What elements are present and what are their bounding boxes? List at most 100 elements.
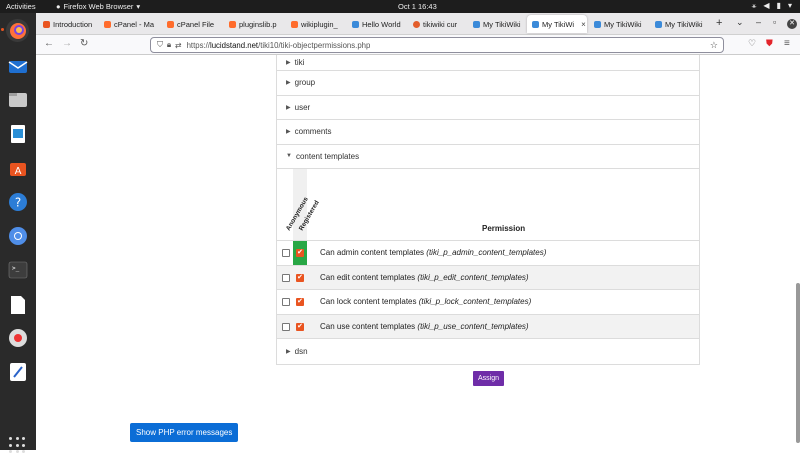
text-editor-icon[interactable] xyxy=(6,360,29,383)
libreoffice-writer-icon[interactable] xyxy=(6,122,29,145)
favicon-icon xyxy=(413,20,420,28)
tab-0[interactable]: Introduction xyxy=(38,15,98,33)
show-php-errors-button[interactable]: Show PHP error messages xyxy=(130,423,239,442)
chromium-icon[interactable] xyxy=(6,224,29,247)
permission-label: Can lock content templates (tiki_p_lock_… xyxy=(320,297,532,306)
registered-checkbox-checked[interactable]: ✔ xyxy=(296,249,304,257)
content-templates-panel: Anonymous Registered Permission ✔ Can ad… xyxy=(277,169,699,339)
help-icon[interactable]: ? xyxy=(6,190,29,213)
tab-4[interactable]: wikiplugin_ xyxy=(286,15,346,33)
page-scrollbar[interactable] xyxy=(796,283,800,443)
maximize-icon[interactable]: ▫ xyxy=(773,17,776,27)
page-content: ▶ tiki ▶ group ▶ user ▶ comments ▼ content te… xyxy=(36,55,800,450)
registered-checkbox-checked[interactable]: ✔ xyxy=(296,298,304,306)
registered-cell: ✔ xyxy=(293,315,307,339)
close-window-icon[interactable]: ✕ xyxy=(787,19,797,29)
system-tray[interactable]: ⚹ ◀ ▮ ▾ xyxy=(752,1,792,11)
network-icon: ⚹ xyxy=(751,1,757,10)
dock: A ? >_ xyxy=(0,13,36,454)
firefox-icon[interactable] xyxy=(6,19,29,42)
tab-list-icon[interactable]: ⌄ xyxy=(736,17,744,28)
favicon-icon xyxy=(473,20,480,28)
tab-8-active[interactable]: My TikiWi × xyxy=(527,15,587,33)
clock[interactable]: Oct 1 16:43 xyxy=(398,2,437,11)
triangle-right-icon: ▶ xyxy=(286,80,291,87)
tab-6[interactable]: tikiwiki cur xyxy=(408,15,466,33)
permission-label: Can admin content templates (tiki_p_admi… xyxy=(320,248,547,257)
close-tab-icon[interactable]: × xyxy=(581,20,586,29)
group-row-group[interactable]: ▶ group xyxy=(277,71,699,96)
triangle-right-icon: ▶ xyxy=(286,129,291,136)
app-menu[interactable]: ● Firefox Web Browser ▾ xyxy=(56,2,140,11)
activities-button[interactable]: Activities xyxy=(6,2,36,11)
permission-label: Can use content templates (tiki_p_use_co… xyxy=(320,321,529,331)
files-icon[interactable] xyxy=(6,88,29,111)
favicon-icon xyxy=(352,20,359,28)
tab-3[interactable]: pluginslib.p xyxy=(224,15,284,33)
group-row-comments[interactable]: ▶ comments xyxy=(277,120,699,145)
running-indicator xyxy=(1,28,4,31)
ublock-shield-icon[interactable]: ⛊ xyxy=(766,38,773,49)
svg-text:>_: >_ xyxy=(12,265,20,272)
permission-label: Can edit content templates (tiki_p_edit_… xyxy=(320,272,529,282)
new-tab-button[interactable]: + xyxy=(716,17,722,29)
favicon-icon xyxy=(655,20,662,28)
triangle-right-icon: ▶ xyxy=(286,60,291,66)
bookmark-star-icon[interactable]: ☆ xyxy=(710,40,718,51)
permissions-accordion: ▶ tiki ▶ group ▶ user ▶ comments ▼ content te… xyxy=(276,55,700,365)
url-prefix: https:// xyxy=(186,40,210,50)
registered-checkbox-checked[interactable]: ✔ xyxy=(296,273,304,282)
tab-bar: Introduction cPanel - Ma cPanel File plu… xyxy=(36,13,800,35)
disk-utility-icon[interactable] xyxy=(6,326,29,349)
terminal-icon[interactable]: >_ xyxy=(6,258,29,281)
svg-text:A: A xyxy=(14,166,21,177)
thunderbird-icon[interactable] xyxy=(6,54,29,77)
assign-button[interactable]: Assign xyxy=(473,371,505,386)
system-top-bar: Activities ● Firefox Web Browser ▾ Oct 1… xyxy=(0,0,800,13)
group-row-tiki[interactable]: ▶ tiki xyxy=(277,55,699,71)
tab-1[interactable]: cPanel - Ma xyxy=(99,15,159,33)
triangle-right-icon: ▶ xyxy=(286,348,291,355)
registered-checkbox-checked[interactable]: ✔ xyxy=(296,322,304,331)
url-bar[interactable]: ⛉ 🔒︎ ⇄ https://lucidstand.net/tiki10/tik… xyxy=(150,37,724,53)
menu-icon[interactable]: ≡ xyxy=(784,38,790,49)
tab-7[interactable]: My TikiWiki xyxy=(468,15,526,33)
navigation-bar: ← → ↻ ⛉ 🔒︎ ⇄ https://lucidstand.net/tiki… xyxy=(36,35,800,55)
forward-icon[interactable]: → xyxy=(62,38,72,49)
anonymous-checkbox[interactable] xyxy=(282,273,290,282)
svg-text:?: ? xyxy=(14,195,20,209)
pocket-icon[interactable]: ♡ xyxy=(748,38,756,49)
favicon-icon xyxy=(229,20,236,28)
triangle-right-icon: ▶ xyxy=(286,104,291,111)
minimize-icon[interactable]: – xyxy=(756,17,761,27)
anonymous-checkbox[interactable] xyxy=(282,249,290,257)
permission-column-header: Permission xyxy=(482,224,526,233)
group-row-content-templates[interactable]: ▼ content templates xyxy=(277,145,699,169)
chevron-down-icon: ▾ xyxy=(787,1,792,10)
permissions-icon: ⇄ xyxy=(175,40,182,50)
tab-9[interactable]: My TikiWiki xyxy=(589,15,649,33)
software-store-icon[interactable]: A xyxy=(6,156,29,179)
text-document-icon[interactable] xyxy=(6,293,29,316)
url-path: /tiki10/tiki-objectpermissions.php xyxy=(258,40,371,50)
tab-2[interactable]: cPanel File xyxy=(162,15,222,33)
tab-10[interactable]: My TikiWiki xyxy=(650,15,710,33)
favicon-icon xyxy=(43,20,50,28)
lock-icon: 🔒︎ xyxy=(166,40,172,49)
favicon-icon xyxy=(104,20,111,28)
group-row-user[interactable]: ▶ user xyxy=(277,96,699,120)
battery-icon: ▮ xyxy=(776,1,781,10)
reload-icon[interactable]: ↻ xyxy=(80,38,88,49)
anonymous-checkbox[interactable] xyxy=(282,298,290,306)
app-name: Firefox Web Browser xyxy=(63,2,134,11)
show-applications-icon[interactable] xyxy=(9,437,26,454)
registered-cell: ✔ xyxy=(293,266,307,290)
chevron-down-icon: ▾ xyxy=(136,2,141,11)
triangle-down-icon: ▼ xyxy=(286,153,292,160)
permission-row: ✔ Can admin content templates (tiki_p_ad… xyxy=(277,240,699,265)
back-icon[interactable]: ← xyxy=(44,38,54,49)
favicon-icon xyxy=(167,20,174,28)
anonymous-checkbox[interactable] xyxy=(282,322,290,331)
group-row-dsn[interactable]: ▶ dsn xyxy=(277,339,699,364)
tab-5[interactable]: Hello World xyxy=(347,15,405,33)
